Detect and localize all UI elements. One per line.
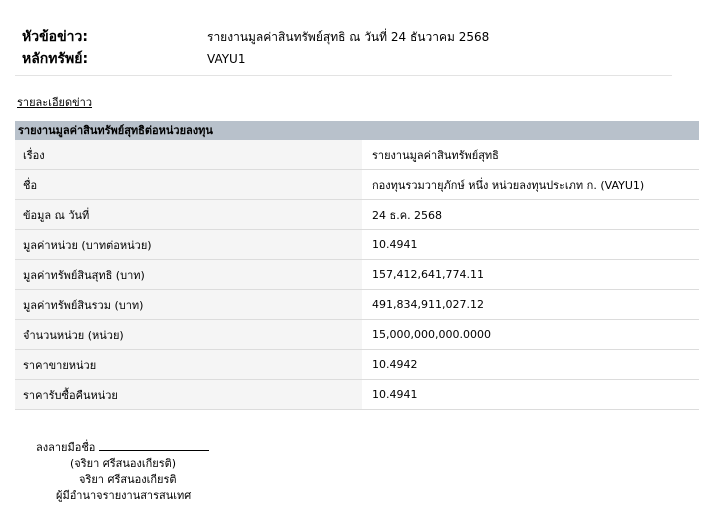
- nav-report: รายงานมูลค่าสินทรัพย์สุทธิต่อหน่วยลงทุน …: [15, 121, 699, 410]
- signer-position: ผู้มีอำนาจรายงานสารสนเทศ: [56, 489, 192, 502]
- row-value: 10.4942: [362, 349, 699, 380]
- table-row-redemption-price: ราคารับซื้อคืนหน่วย 10.4941: [15, 379, 699, 410]
- report-title: รายงานมูลค่าสินทรัพย์สุทธิต่อหน่วยลงทุน: [15, 121, 699, 140]
- news-header: หัวข้อข่าว: รายงานมูลค่าสินทรัพย์สุทธิ ณ…: [22, 26, 672, 70]
- news-detail-link[interactable]: รายละเอียดข่าว: [17, 93, 92, 111]
- security-value: VAYU1: [207, 52, 246, 66]
- signer-name-parenthesized: (จริยา ศรีสนองเกียรติ): [70, 457, 177, 470]
- table-row-date: ข้อมูล ณ วันที่ 24 ธ.ค. 2568: [15, 199, 699, 230]
- signature-label: ลงลายมือชื่อ: [36, 441, 96, 454]
- row-value: 10.4941: [362, 229, 699, 260]
- row-value: 491,834,911,027.12: [362, 289, 699, 320]
- signer-name: จริยา ศรีสนองเกียรติ: [79, 473, 177, 486]
- table-row-net-asset-value: มูลค่าทรัพย์สินสุทธิ (บาท) 157,412,641,7…: [15, 259, 699, 290]
- row-label: จำนวนหน่วย (หน่วย): [15, 319, 363, 350]
- row-label: มูลค่าทรัพย์สินรวม (บาท): [15, 289, 363, 320]
- row-value: 24 ธ.ค. 2568: [362, 199, 699, 230]
- security-row: หลักทรัพย์: VAYU1: [22, 48, 672, 70]
- table-row-fund-name: ชื่อ กองทุนรวมวายุภักษ์ หนึ่ง หน่วยลงทุน…: [15, 169, 699, 200]
- table-row-offer-price: ราคาขายหน่วย 10.4942: [15, 349, 699, 380]
- header-divider: [15, 75, 672, 76]
- report-table: เรื่อง รายงานมูลค่าสินทรัพย์สุทธิ ชื่อ ก…: [15, 140, 699, 410]
- row-label: ราคารับซื้อคืนหน่วย: [15, 379, 363, 410]
- security-label: หลักทรัพย์:: [22, 51, 89, 67]
- row-value: รายงานมูลค่าสินทรัพย์สุทธิ: [362, 140, 699, 170]
- signature-blank: [99, 438, 210, 451]
- row-label: ชื่อ: [15, 169, 363, 200]
- table-row-nav-per-unit: มูลค่าหน่วย (บาทต่อหน่วย) 10.4941: [15, 229, 699, 260]
- row-value: 157,412,641,774.11: [362, 259, 699, 290]
- row-label: มูลค่าทรัพย์สินสุทธิ (บาท): [15, 259, 363, 290]
- row-value: 15,000,000,000.0000: [362, 319, 699, 350]
- row-value: กองทุนรวมวายุภักษ์ หนึ่ง หน่วยลงทุนประเภ…: [362, 169, 699, 200]
- row-label: ราคาขายหน่วย: [15, 349, 363, 380]
- table-row-units: จำนวนหน่วย (หน่วย) 15,000,000,000.0000: [15, 319, 699, 350]
- table-row-total-assets: มูลค่าทรัพย์สินรวม (บาท) 491,834,911,027…: [15, 289, 699, 320]
- subject-label: หัวข้อข่าว:: [22, 29, 88, 45]
- signature-block: ลงลายมือชื่อ (จริยา ศรีสนองเกียรติ) จริย…: [36, 438, 210, 504]
- row-label: เรื่อง: [15, 140, 363, 170]
- subject-row: หัวข้อข่าว: รายงานมูลค่าสินทรัพย์สุทธิ ณ…: [22, 26, 672, 48]
- row-label: มูลค่าหน่วย (บาทต่อหน่วย): [15, 229, 363, 260]
- row-value: 10.4941: [362, 379, 699, 410]
- signature-line: ลงลายมือชื่อ: [36, 438, 210, 456]
- subject-value: รายงานมูลค่าสินทรัพย์สุทธิ ณ วันที่ 24 ธ…: [207, 29, 490, 44]
- row-label: ข้อมูล ณ วันที่: [15, 199, 363, 230]
- table-row-subject: เรื่อง รายงานมูลค่าสินทรัพย์สุทธิ: [15, 140, 699, 170]
